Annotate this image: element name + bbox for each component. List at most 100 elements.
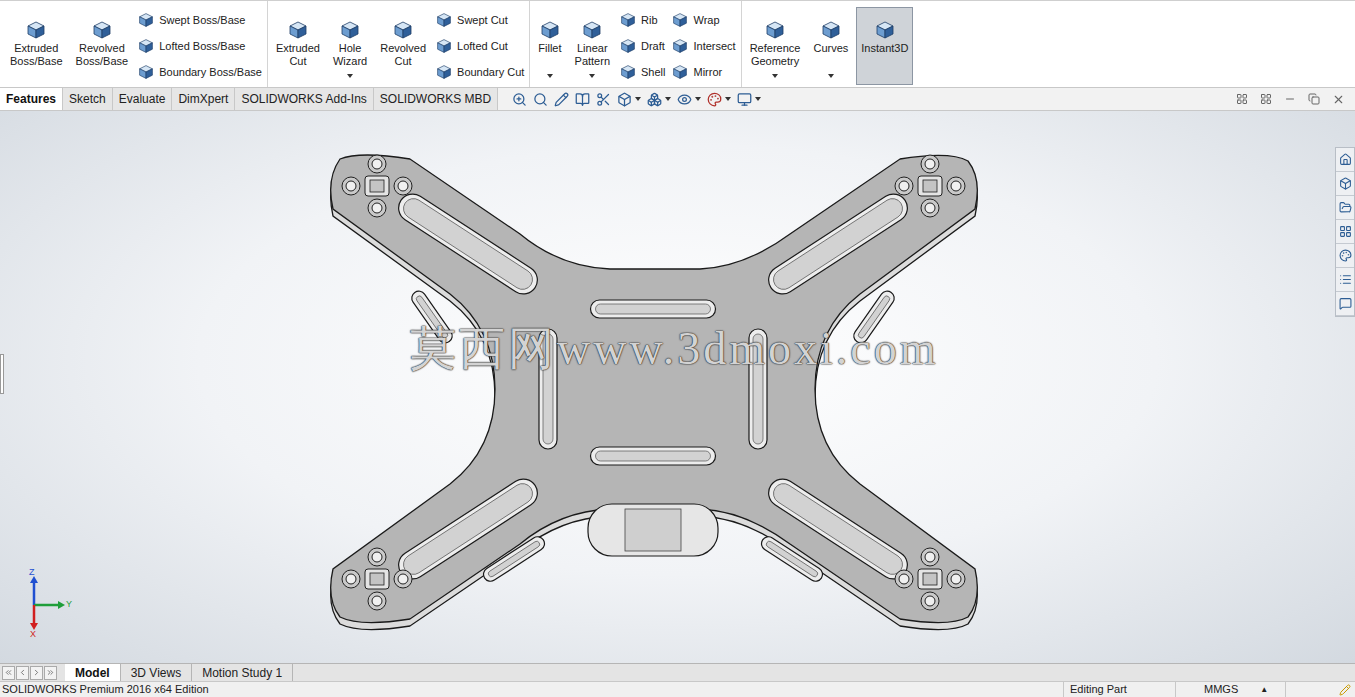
ribbon-small-button[interactable]: Lofted Boss/Base	[136, 36, 264, 56]
ribbon-small-button[interactable]: Draft	[618, 36, 667, 56]
feature-manager-collapsed-tab[interactable]	[0, 354, 4, 394]
close-icon[interactable]	[1332, 93, 1345, 106]
command-manager-ribbon: ExtrudedBoss/BaseRevolvedBoss/BaseSwept …	[0, 0, 1355, 88]
ribbon-button[interactable]: Instant3D	[856, 7, 913, 85]
orientation-triad: ZYX	[22, 573, 82, 639]
command-tab[interactable]: SOLIDWORKS MBD	[374, 88, 498, 110]
command-tab[interactable]: DimXpert	[172, 88, 235, 110]
view-tool[interactable]	[737, 92, 761, 107]
dropdown-arrow-icon[interactable]	[635, 97, 641, 101]
cutout-slot	[393, 189, 542, 300]
dropdown-arrow-icon[interactable]	[772, 74, 778, 78]
ribbon-small-button[interactable]: Boundary Cut	[434, 62, 526, 82]
triad-label: X	[30, 629, 36, 639]
feature-icon	[620, 12, 636, 28]
feature-icon	[765, 20, 785, 40]
view-tool[interactable]	[617, 92, 641, 107]
task-pane-tab[interactable]	[1336, 244, 1354, 268]
bottom-tab[interactable]: 3D Views	[121, 664, 192, 681]
cutout-slot	[763, 189, 912, 300]
minimize-icon[interactable]	[1284, 93, 1296, 105]
cutout-slot	[759, 534, 825, 584]
view-tool[interactable]	[647, 92, 671, 107]
tab-nav-button[interactable]	[30, 666, 43, 680]
view-tool[interactable]	[554, 92, 569, 107]
task-pane-icon	[1339, 153, 1352, 166]
tab-nav-button[interactable]	[2, 666, 15, 680]
tile-right-icon[interactable]	[1260, 93, 1272, 105]
mounting-holes	[342, 155, 412, 217]
ribbon-button[interactable]: RevolvedBoss/Base	[71, 7, 134, 85]
view-tool-icon	[707, 92, 722, 107]
task-pane-tab[interactable]	[1336, 292, 1354, 316]
feature-icon	[138, 12, 154, 28]
command-tab[interactable]: Evaluate	[113, 88, 173, 110]
dropdown-arrow-icon[interactable]	[665, 97, 671, 101]
view-tool[interactable]	[707, 92, 731, 107]
ribbon-button[interactable]: ExtrudedBoss/Base	[5, 7, 68, 85]
triad-label: Y	[66, 599, 72, 609]
command-tab[interactable]: SOLIDWORKS Add-Ins	[235, 88, 373, 110]
ribbon-button[interactable]: ReferenceGeometry	[745, 7, 806, 85]
ribbon-button[interactable]: Curves	[808, 7, 853, 85]
ribbon-button[interactable]: LinearPattern	[570, 7, 615, 85]
feature-icon	[672, 38, 688, 54]
solidworks-window: ExtrudedBoss/BaseRevolvedBoss/BaseSwept …	[0, 0, 1355, 697]
view-tool[interactable]	[596, 92, 611, 107]
quick-tips-icon[interactable]	[1339, 684, 1351, 696]
cutout-slot	[591, 447, 716, 465]
tile-left-icon[interactable]	[1236, 93, 1248, 105]
ribbon-small-button[interactable]: Intersect	[670, 36, 737, 56]
ribbon-button[interactable]: RevolvedCut	[375, 7, 431, 85]
feature-icon	[540, 20, 560, 40]
bottom-tab[interactable]: Motion Study 1	[192, 664, 293, 681]
tab-nav-button[interactable]	[44, 666, 57, 680]
dropdown-arrow-icon[interactable]	[828, 74, 834, 78]
status-bar: SOLIDWORKS Premium 2016 x64 EditionEditi…	[0, 681, 1355, 697]
feature-icon	[620, 64, 636, 80]
task-pane-tab[interactable]	[1336, 148, 1354, 172]
graphics-area[interactable]: 莫西网www.3dmoxi.comZYX	[0, 111, 1355, 663]
command-tab[interactable]: Sketch	[63, 88, 113, 110]
task-pane-tab[interactable]	[1336, 196, 1354, 220]
task-pane-icon	[1339, 177, 1352, 190]
ribbon-small-button[interactable]: Mirror	[670, 62, 737, 82]
tab-nav-button[interactable]	[16, 666, 29, 680]
ribbon-small-button[interactable]: Lofted Cut	[434, 36, 526, 56]
task-pane-tab[interactable]	[1336, 172, 1354, 196]
view-tool-icon	[512, 92, 527, 107]
part-model-drawing[interactable]	[0, 111, 1355, 663]
task-pane-tab[interactable]	[1336, 268, 1354, 292]
view-tool[interactable]	[677, 92, 701, 107]
command-tab[interactable]: Features	[0, 88, 63, 110]
dropdown-arrow-icon[interactable]	[589, 74, 595, 78]
ribbon-small-button[interactable]: Swept Cut	[434, 10, 526, 30]
task-pane-tab[interactable]	[1336, 220, 1354, 244]
restore-icon[interactable]	[1308, 93, 1320, 105]
dropdown-arrow-icon[interactable]	[547, 74, 553, 78]
ribbon-stack: Wrap Intersect Mirror	[670, 1, 737, 82]
dropdown-arrow-icon[interactable]	[695, 97, 701, 101]
ribbon-button[interactable]: HoleWizard	[328, 7, 372, 85]
view-tool-icon	[575, 92, 590, 107]
dropdown-arrow-icon[interactable]	[725, 97, 731, 101]
ribbon-button[interactable]: Fillet	[533, 7, 566, 85]
dropdown-arrow-icon[interactable]	[347, 74, 353, 78]
view-tool-icon	[596, 92, 611, 107]
units-selector[interactable]: MMGS▲	[1175, 682, 1285, 697]
view-tool-icon	[647, 92, 662, 107]
view-tool[interactable]	[533, 92, 548, 107]
ribbon-button[interactable]: ExtrudedCut	[271, 7, 325, 85]
feature-icon	[393, 20, 413, 40]
view-tool[interactable]	[512, 92, 527, 107]
mounting-holes	[895, 155, 965, 217]
ribbon-small-button[interactable]: Boundary Boss/Base	[136, 62, 264, 82]
bottom-tab[interactable]: Model	[65, 664, 121, 681]
view-tool[interactable]	[575, 92, 590, 107]
command-tab-row: FeaturesSketchEvaluateDimXpertSOLIDWORKS…	[0, 88, 1355, 111]
ribbon-small-button[interactable]: Wrap	[670, 10, 737, 30]
ribbon-small-button[interactable]: Rib	[618, 10, 667, 30]
dropdown-arrow-icon[interactable]	[755, 97, 761, 101]
ribbon-small-button[interactable]: Shell	[618, 62, 667, 82]
ribbon-small-button[interactable]: Swept Boss/Base	[136, 10, 264, 30]
